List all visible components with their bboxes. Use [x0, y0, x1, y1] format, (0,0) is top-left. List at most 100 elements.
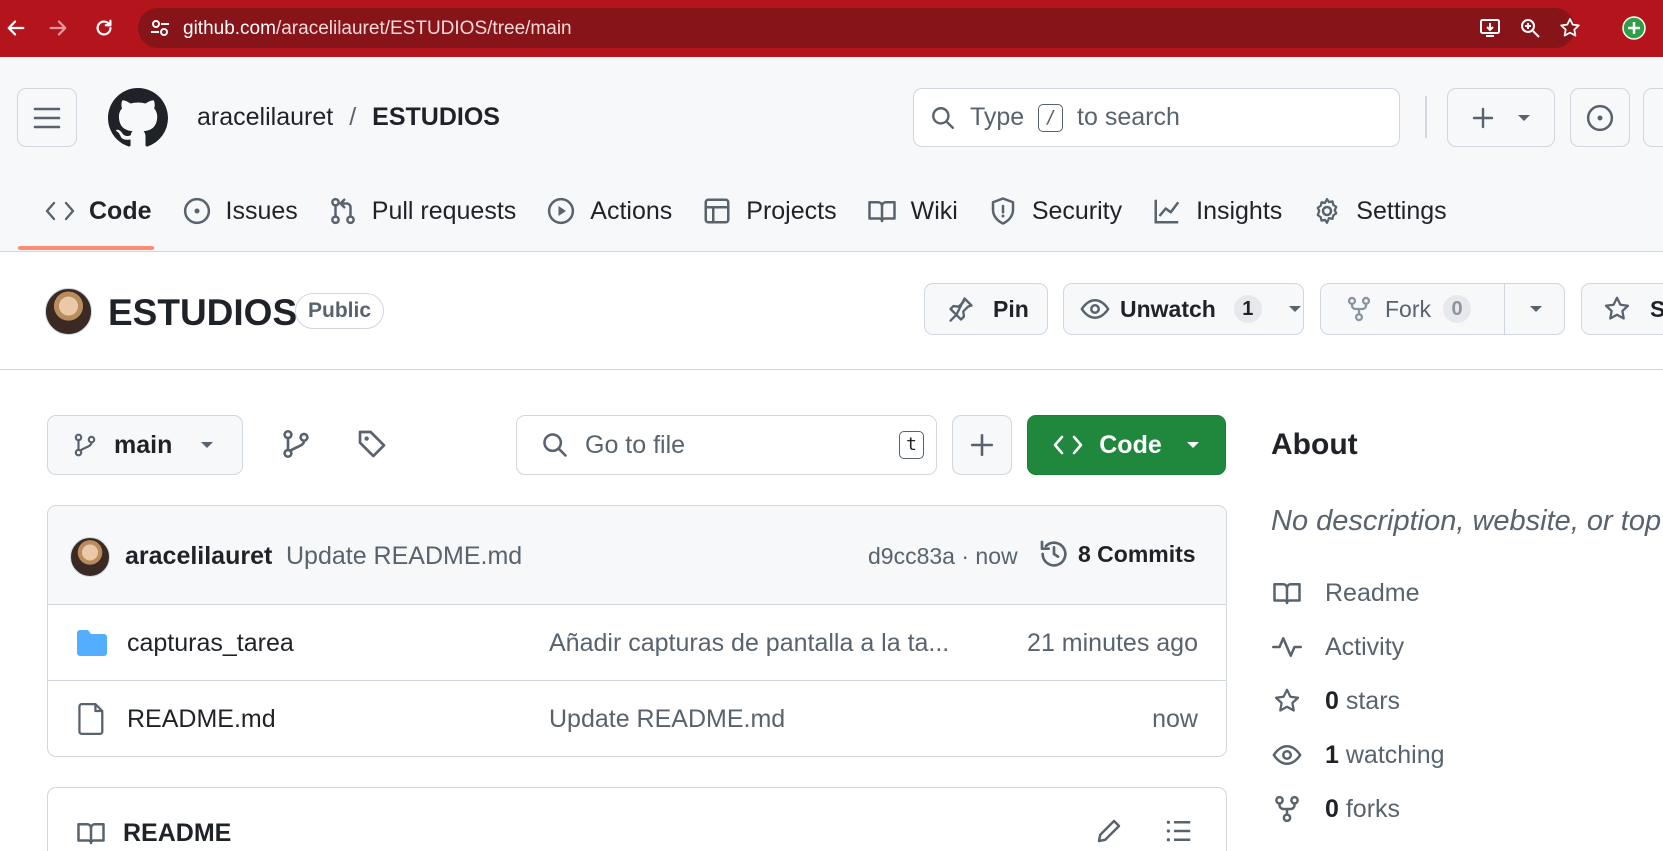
- file-commit-message[interactable]: Añadir capturas de pantalla a la ta...: [549, 629, 949, 658]
- fork-button[interactable]: Fork 0: [1320, 283, 1565, 335]
- branch-icon: [74, 433, 96, 457]
- search-input[interactable]: Type / to search: [913, 88, 1400, 147]
- pin-label: Pin: [993, 295, 1029, 322]
- about-stars-text: 0 stars: [1325, 686, 1401, 715]
- tab-label: Actions: [590, 196, 673, 225]
- tab-code[interactable]: Code: [30, 186, 167, 236]
- tab-security[interactable]: Security: [973, 186, 1137, 236]
- tab-projects[interactable]: Projects: [687, 186, 851, 236]
- caret-down-icon: [201, 442, 214, 448]
- readme-panel: README: [47, 787, 1227, 851]
- tag-icon[interactable]: [356, 428, 388, 460]
- file-row[interactable]: capturas_tarea Añadir capturas de pantal…: [48, 605, 1226, 681]
- about-readme-link[interactable]: Readme: [1271, 578, 1420, 608]
- owner-avatar[interactable]: [45, 288, 92, 335]
- about-readme-label: Readme: [1325, 578, 1420, 607]
- table-icon: [704, 198, 730, 224]
- bookmark-star-icon[interactable]: [1558, 16, 1582, 40]
- plus-icon: [970, 433, 994, 457]
- pin-button[interactable]: Pin: [924, 283, 1048, 335]
- extension-icon[interactable]: [1622, 16, 1646, 40]
- caret-down-icon[interactable]: [1529, 304, 1543, 314]
- about-watching-text: 1 watching: [1325, 740, 1445, 769]
- plus-icon: [1472, 107, 1494, 128]
- address-bar[interactable]: github.com/aracelilauret/ESTUDIOS/tree/m…: [138, 8, 1580, 48]
- issue-opened-icon: [1586, 104, 1614, 131]
- star-icon: [1274, 688, 1300, 712]
- folder-icon: [77, 630, 107, 656]
- search-icon: [932, 106, 954, 129]
- tab-insights[interactable]: Insights: [1137, 186, 1297, 236]
- tab-actions[interactable]: Actions: [531, 186, 687, 236]
- tab-issues[interactable]: Issues: [167, 186, 313, 236]
- about-stars-link[interactable]: 0 stars: [1271, 686, 1400, 716]
- tab-label: Issues: [225, 196, 298, 225]
- create-new-button[interactable]: [1447, 88, 1555, 147]
- commit-author[interactable]: aracelilauret: [125, 542, 272, 571]
- commit-author-avatar[interactable]: [70, 537, 110, 577]
- pull-requests-button[interactable]: [1643, 88, 1663, 147]
- commit-hash-time[interactable]: d9cc83a · now: [868, 543, 1018, 570]
- search-prefix: Type: [970, 103, 1025, 131]
- back-icon[interactable]: [0, 12, 32, 44]
- go-to-file-input[interactable]: Go to file t: [516, 415, 937, 475]
- pull-request-icon: [330, 197, 355, 225]
- caret-down-icon: [1518, 114, 1530, 121]
- about-watching-link[interactable]: 1 watching: [1271, 740, 1445, 770]
- fork-label: Fork: [1385, 295, 1431, 322]
- file-commit-time: 21 minutes ago: [1027, 629, 1198, 657]
- code-icon: [1053, 435, 1083, 455]
- browser-toolbar: github.com/aracelilauret/ESTUDIOS/tree/m…: [0, 0, 1663, 57]
- commit-message[interactable]: Update README.md: [286, 542, 522, 571]
- about-forks-text: 0 forks: [1325, 794, 1401, 823]
- branch-selector[interactable]: main: [47, 415, 243, 475]
- tab-wiki[interactable]: Wiki: [852, 186, 973, 236]
- repo-nav-tabs: Code Issues Pull requests Actions Projec…: [30, 186, 1462, 252]
- menu-button[interactable]: [17, 88, 77, 147]
- unwatch-label: Unwatch: [1120, 295, 1216, 322]
- file-name[interactable]: capturas_tarea: [127, 629, 294, 658]
- file-name[interactable]: README.md: [127, 705, 276, 734]
- github-logo-icon[interactable]: [108, 88, 168, 148]
- commits-link[interactable]: 8 Commits: [1038, 538, 1196, 570]
- play-icon: [548, 197, 575, 225]
- visibility-badge: Public: [295, 293, 385, 329]
- search-suffix: to search: [1077, 103, 1180, 131]
- repo-link[interactable]: ESTUDIOS: [372, 103, 500, 132]
- breadcrumb: aracelilauret / ESTUDIOS: [197, 103, 500, 132]
- repo-title-row: ESTUDIOS Public Pin Unwatch 1 Fork 0 S: [0, 252, 1663, 370]
- zoom-icon[interactable]: [1518, 16, 1542, 40]
- gear-icon: [1316, 198, 1338, 224]
- commits-count: 8 Commits: [1078, 540, 1196, 567]
- about-description: No description, website, or top: [1271, 505, 1662, 537]
- outline-list-icon[interactable]: [1164, 816, 1194, 846]
- pencil-icon[interactable]: [1094, 816, 1124, 846]
- forward-icon[interactable]: [42, 12, 74, 44]
- tab-label: Pull requests: [371, 196, 517, 225]
- issues-button[interactable]: [1570, 88, 1630, 147]
- install-app-icon[interactable]: [1478, 16, 1502, 40]
- tab-settings[interactable]: Settings: [1297, 186, 1461, 236]
- file-commit-time: now: [1152, 705, 1198, 733]
- file-row[interactable]: README.md Update README.md now: [48, 681, 1226, 756]
- readme-title[interactable]: README: [123, 819, 231, 848]
- tab-pull-requests[interactable]: Pull requests: [313, 186, 532, 236]
- add-file-button[interactable]: [952, 415, 1012, 475]
- owner-link[interactable]: aracelilauret: [197, 103, 333, 132]
- about-activity-link[interactable]: Activity: [1271, 632, 1404, 662]
- about-activity-label: Activity: [1325, 632, 1405, 661]
- fork-icon: [1347, 296, 1371, 322]
- latest-commit-row: aracelilauret Update README.md d9cc83a ·…: [48, 506, 1226, 605]
- tab-label: Settings: [1356, 196, 1447, 225]
- file-commit-message[interactable]: Update README.md: [549, 705, 785, 734]
- site-info-icon[interactable]: [148, 16, 172, 40]
- selected-tab-indicator: [18, 246, 154, 250]
- star-button[interactable]: S: [1581, 283, 1663, 335]
- book-icon: [77, 823, 105, 845]
- branches-icon[interactable]: [280, 428, 312, 460]
- unwatch-button[interactable]: Unwatch 1: [1063, 283, 1304, 335]
- reload-icon[interactable]: [88, 12, 120, 44]
- code-button[interactable]: Code: [1027, 415, 1226, 475]
- caret-down-icon[interactable]: [1288, 304, 1302, 314]
- about-forks-link[interactable]: 0 forks: [1271, 794, 1400, 824]
